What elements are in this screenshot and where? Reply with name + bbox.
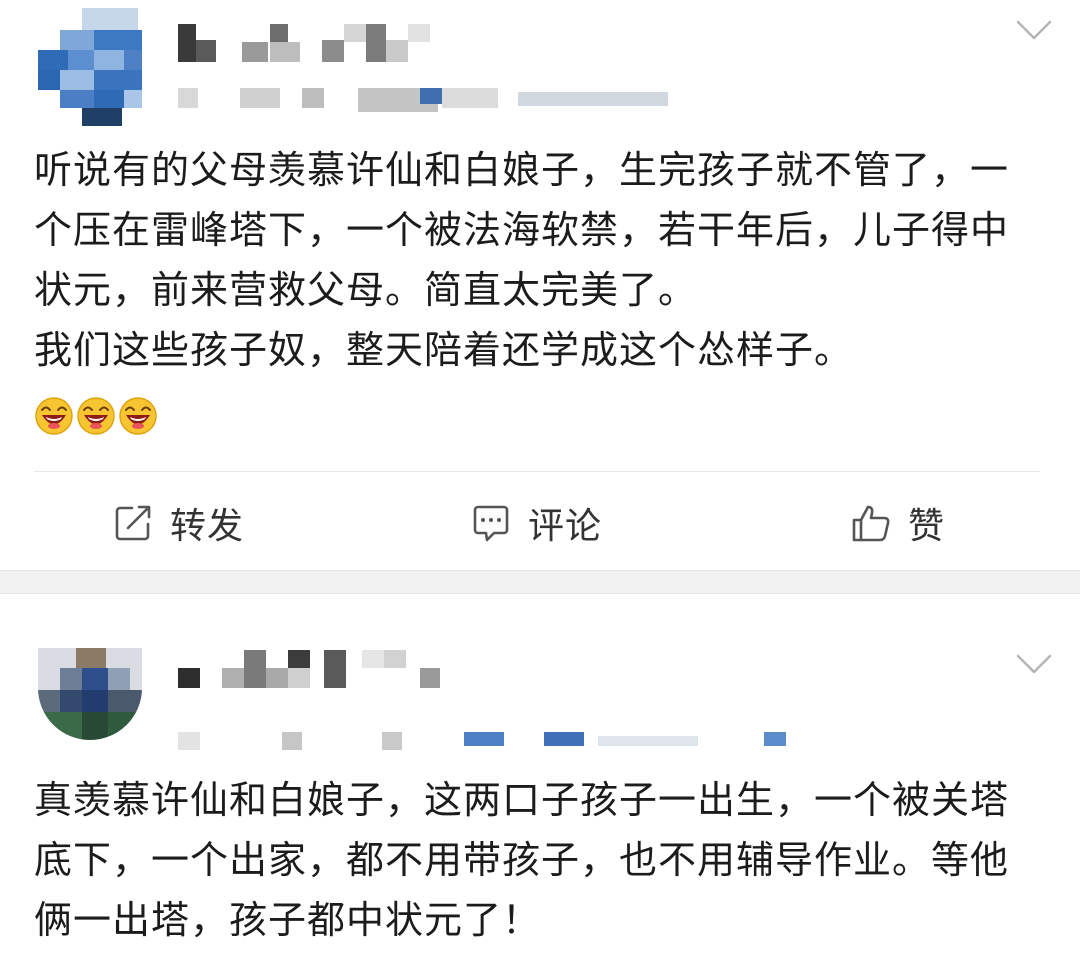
post-text: 听说有的父母羡慕许仙和白娘子，生完孩子就不管了，一个压在雷峰塔下，一个被法海软禁…	[34, 148, 1010, 372]
laughing-emoji	[35, 397, 73, 435]
comment-label: 评论	[528, 506, 603, 547]
like-label: 赞	[908, 506, 946, 547]
chevron-down-icon	[1016, 20, 1052, 40]
username-blurred[interactable]	[178, 20, 438, 66]
post-text: 真羡慕许仙和白娘子，这两口子孩子一出生，一个被关塔底下，一个出家，都不用带孩子，…	[34, 778, 1010, 942]
repost-icon	[115, 505, 151, 541]
repost-label: 转发	[170, 506, 245, 547]
more-options-button[interactable]	[1016, 18, 1052, 42]
laughing-emoji	[77, 397, 115, 435]
comment-icon	[473, 505, 509, 542]
post-meta-blurred	[178, 84, 678, 112]
post-meta-blurred	[178, 728, 798, 752]
emoji-row	[34, 396, 158, 436]
chevron-down-icon	[1016, 654, 1052, 674]
post-card: 听说有的父母羡慕许仙和白娘子，生完孩子就不管了，一个压在雷峰塔下，一个被法海软禁…	[0, 0, 1080, 570]
like-button[interactable]: 赞	[850, 490, 945, 556]
divider	[34, 471, 1040, 472]
repost-button[interactable]: 转发	[112, 490, 244, 556]
more-options-button[interactable]	[1016, 652, 1052, 676]
thumbs-up-icon	[852, 505, 890, 542]
avatar[interactable]	[38, 8, 146, 126]
avatar[interactable]	[38, 648, 142, 740]
action-bar: 转发 评论 赞	[0, 490, 1080, 556]
weibo-feed: 听说有的父母羡慕许仙和白娘子，生完孩子就不管了，一个压在雷峰塔下，一个被法海软禁…	[0, 0, 1080, 967]
laughing-emoji	[119, 397, 157, 435]
post-separator	[0, 570, 1080, 594]
comment-button[interactable]: 评论	[470, 490, 602, 556]
username-blurred[interactable]	[178, 646, 448, 692]
